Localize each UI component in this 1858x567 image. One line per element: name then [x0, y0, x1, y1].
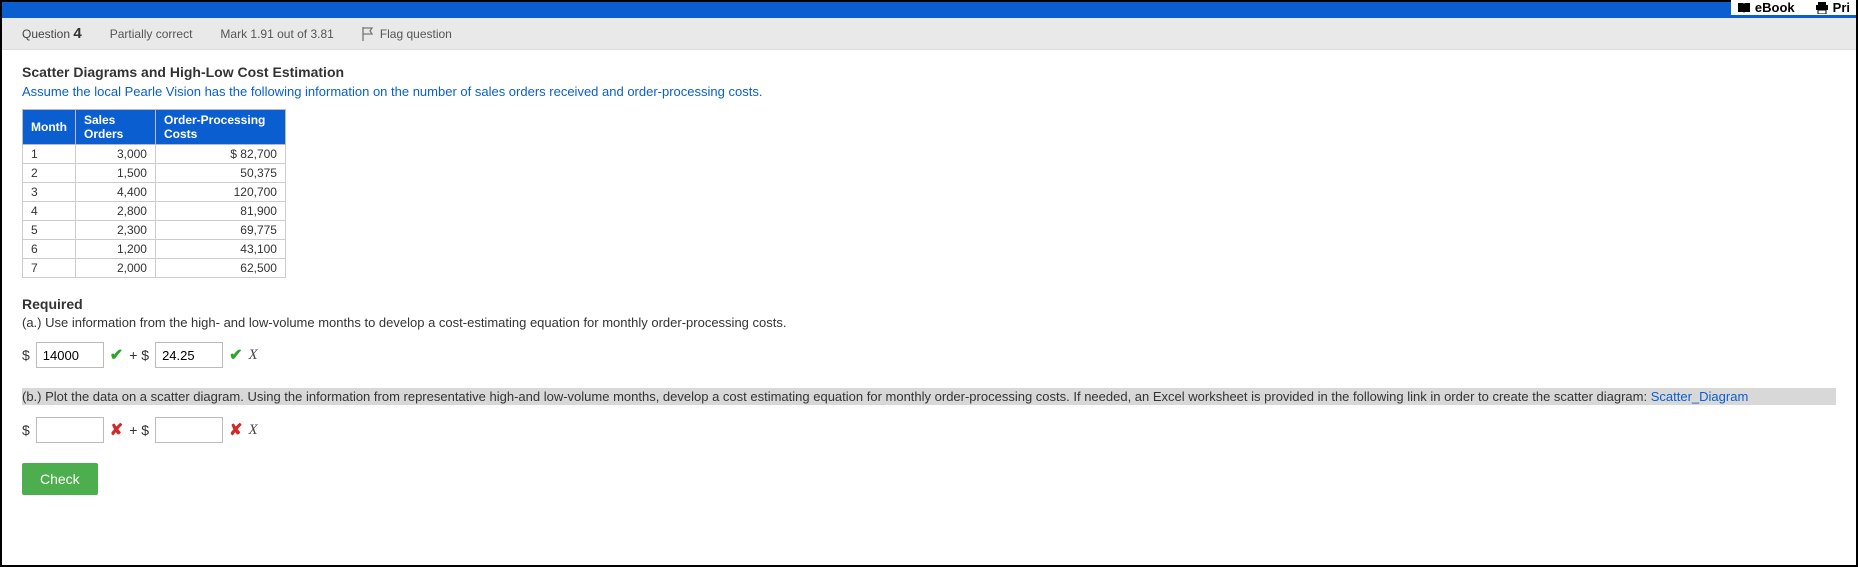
cell-month: 6 [23, 240, 76, 259]
flag-question[interactable]: Flag question [362, 27, 452, 41]
question-mark: Mark 1.91 out of 3.81 [220, 27, 333, 41]
table-row: 72,00062,500 [23, 259, 286, 278]
print-link[interactable]: Pri [1815, 0, 1850, 15]
table-row: 61,20043,100 [23, 240, 286, 259]
cell-month: 1 [23, 145, 76, 164]
cell-cost: 62,500 [155, 259, 285, 278]
top-links: eBook Pri [1731, 0, 1856, 15]
plus-dollar: + $ [129, 422, 149, 438]
question-number: Question 4 [22, 25, 82, 42]
cell-month: 4 [23, 202, 76, 221]
question-desc: Assume the local Pearle Vision has the f… [22, 84, 1836, 99]
dollar-sign: $ [22, 422, 30, 438]
cross-icon: ✘ [229, 420, 242, 440]
cell-cost: 81,900 [155, 202, 285, 221]
print-label: Pri [1833, 0, 1850, 15]
part-b-text: (b.) Plot the data on a scatter diagram.… [22, 388, 1836, 405]
th-cost: Order-Processing Costs [155, 110, 285, 145]
cell-cost: 69,775 [155, 221, 285, 240]
ebook-link[interactable]: eBook [1737, 0, 1795, 15]
question-title: Scatter Diagrams and High-Low Cost Estim… [22, 64, 1836, 80]
part-a-text: (a.) Use information from the high- and … [22, 315, 1836, 330]
dollar-sign: $ [22, 347, 30, 363]
check-button[interactable]: Check [22, 463, 98, 495]
flag-icon [362, 27, 374, 41]
plus-dollar: + $ [129, 347, 149, 363]
answer-row-b: $ ✘ + $ ✘ X [22, 417, 1836, 443]
part-b-body: (b.) Plot the data on a scatter diagram.… [22, 389, 1651, 404]
table-row: 21,50050,375 [23, 164, 286, 183]
question-content: Scatter Diagrams and High-Low Cost Estim… [2, 50, 1856, 509]
cell-cost: $ 82,700 [155, 145, 285, 164]
table-row: 13,000$ 82,700 [23, 145, 286, 164]
answer-b-fixed[interactable] [36, 417, 104, 443]
table-row: 34,400120,700 [23, 183, 286, 202]
cell-cost: 120,700 [155, 183, 285, 202]
question-label: Question [22, 27, 70, 41]
th-orders: Sales Orders [75, 110, 155, 145]
variable-x: X [248, 347, 257, 364]
check-icon: ✔ [110, 345, 123, 365]
cell-month: 5 [23, 221, 76, 240]
cross-icon: ✘ [110, 420, 123, 440]
answer-a-fixed[interactable] [36, 342, 104, 368]
flag-label: Flag question [380, 27, 452, 41]
variable-x: X [248, 422, 257, 439]
question-status: Partially correct [110, 27, 193, 41]
printer-icon [1815, 2, 1829, 14]
top-blue-bar: eBook Pri [2, 2, 1856, 18]
table-row: 42,80081,900 [23, 202, 286, 221]
cell-orders: 2,800 [75, 202, 155, 221]
cell-orders: 3,000 [75, 145, 155, 164]
check-icon: ✔ [229, 345, 242, 365]
ebook-label: eBook [1755, 0, 1795, 15]
cell-month: 7 [23, 259, 76, 278]
th-month: Month [23, 110, 76, 145]
data-table: Month Sales Orders Order-Processing Cost… [22, 109, 286, 278]
cell-month: 2 [23, 164, 76, 183]
scatter-diagram-link[interactable]: Scatter_Diagram [1651, 389, 1749, 404]
cell-orders: 1,200 [75, 240, 155, 259]
question-meta-bar: Question 4 Partially correct Mark 1.91 o… [2, 18, 1856, 50]
cell-orders: 2,300 [75, 221, 155, 240]
question-num: 4 [73, 25, 81, 42]
cell-cost: 43,100 [155, 240, 285, 259]
answer-a-var[interactable] [155, 342, 223, 368]
required-heading: Required [22, 296, 1836, 312]
cell-cost: 50,375 [155, 164, 285, 183]
table-row: 52,30069,775 [23, 221, 286, 240]
cell-orders: 2,000 [75, 259, 155, 278]
book-icon [1737, 2, 1751, 14]
answer-row-a: $ ✔ + $ ✔ X [22, 342, 1836, 368]
cell-month: 3 [23, 183, 76, 202]
answer-b-var[interactable] [155, 417, 223, 443]
cell-orders: 4,400 [75, 183, 155, 202]
cell-orders: 1,500 [75, 164, 155, 183]
